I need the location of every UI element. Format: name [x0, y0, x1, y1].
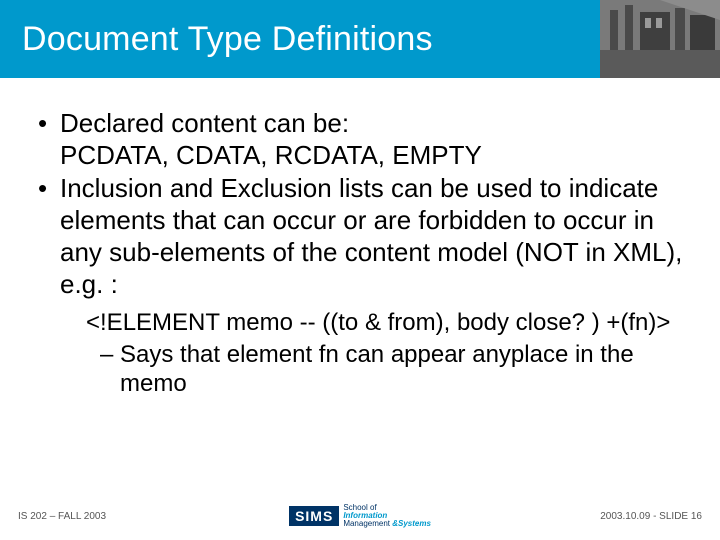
- bullet-2-text: Inclusion and Exclusion lists can be use…: [60, 173, 682, 298]
- slide-header: Document Type Definitions: [0, 0, 720, 78]
- sims-logo-box: SIMS: [289, 506, 339, 526]
- bullet-1: Declared content can be: PCDATA, CDATA, …: [28, 108, 692, 171]
- footer-center: SIMS School of Information Management &S…: [246, 504, 474, 528]
- sub-bullet-explain: Says that element fn can appear anyplace…: [100, 340, 692, 399]
- slide-footer: IS 202 – FALL 2003 SIMS School of Inform…: [0, 502, 720, 540]
- slide-title: Document Type Definitions: [22, 20, 433, 59]
- sims-logo-text: School of Information Management &System…: [343, 504, 431, 528]
- bullet-1-line2: PCDATA, CDATA, RCDATA, EMPTY: [60, 140, 482, 170]
- sub-bullet-code: <!ELEMENT memo -- ((to & from), body clo…: [86, 308, 692, 337]
- slide-body: Declared content can be: PCDATA, CDATA, …: [0, 78, 720, 502]
- bullet-2: Inclusion and Exclusion lists can be use…: [28, 173, 692, 300]
- bullet-1-line1: Declared content can be:: [60, 108, 349, 138]
- footer-right: 2003.10.09 - SLIDE 16: [474, 511, 702, 522]
- sub-bullet-explain-text: Says that element fn can appear anyplace…: [120, 341, 634, 397]
- sims-logo: SIMS School of Information Management &S…: [289, 504, 431, 528]
- header-decoration-image: [600, 0, 720, 78]
- footer-left: IS 202 – FALL 2003: [18, 511, 246, 522]
